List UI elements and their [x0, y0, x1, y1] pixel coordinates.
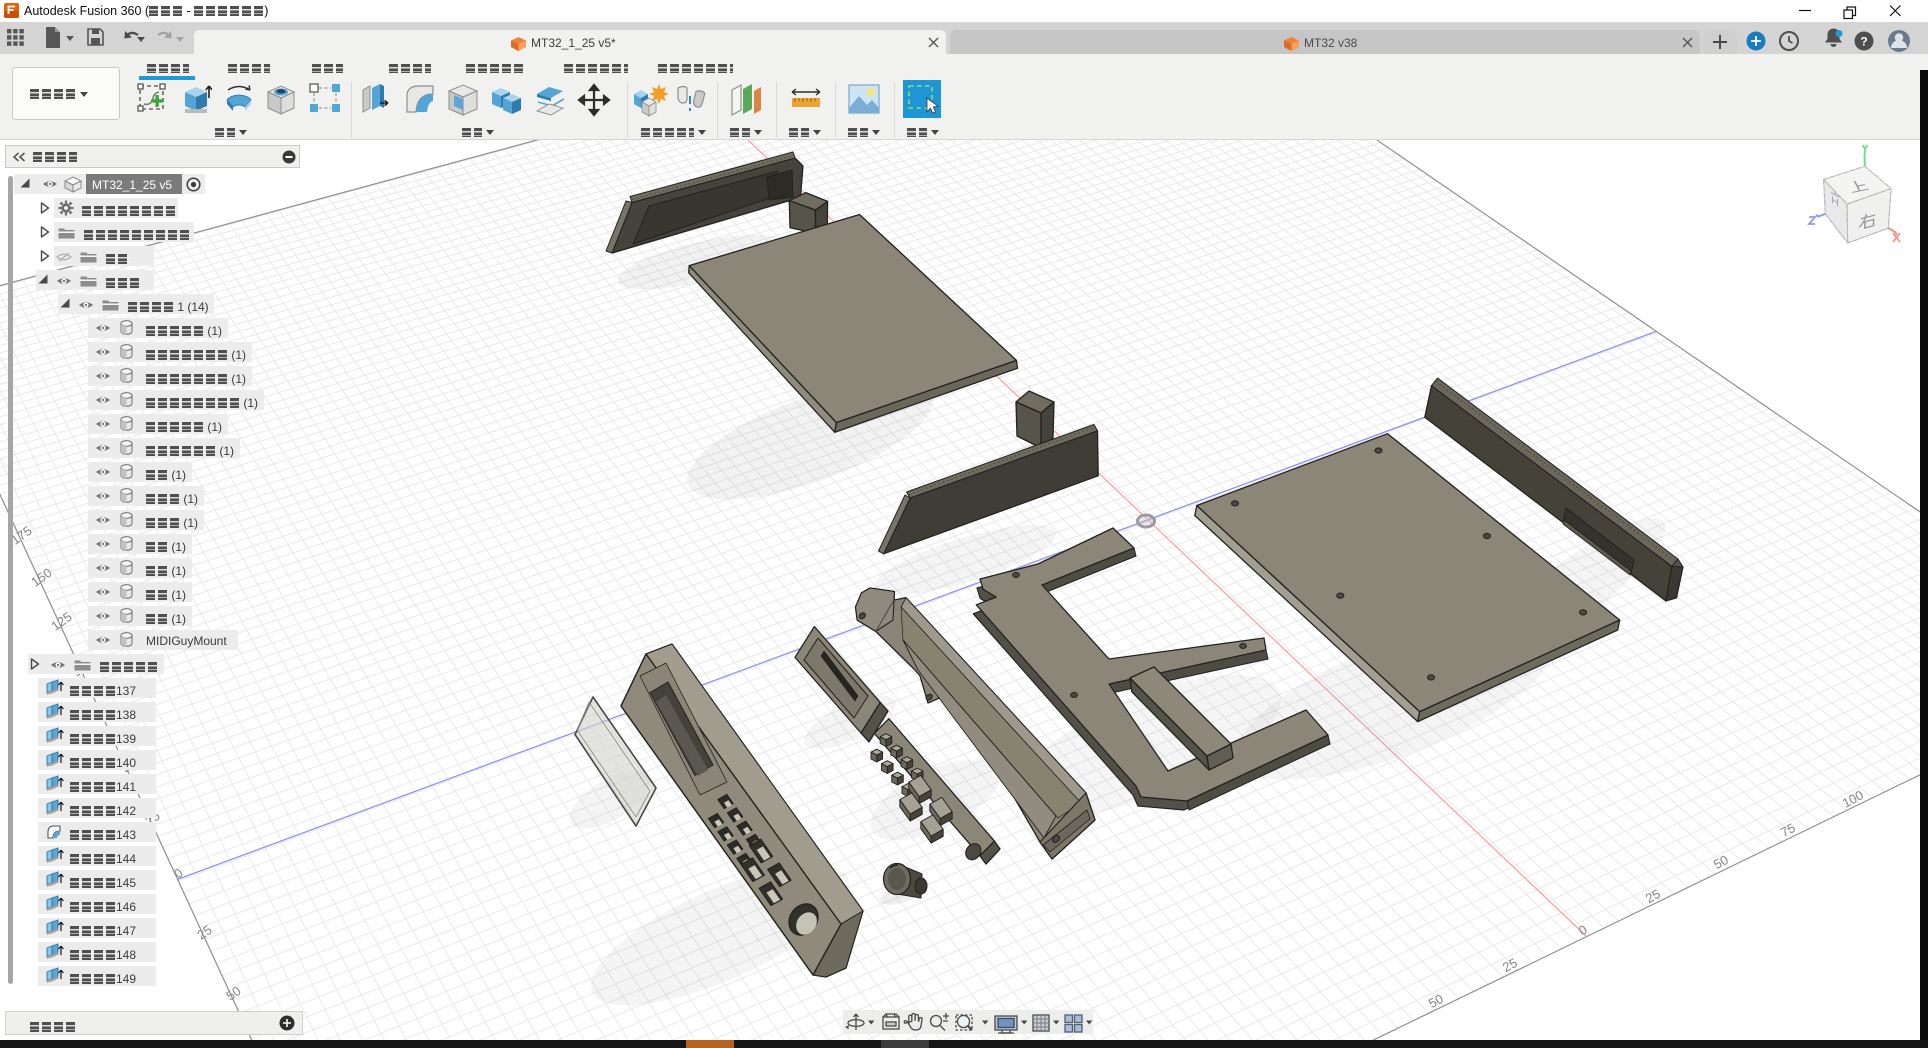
- svg-text:?: ?: [1860, 35, 1867, 49]
